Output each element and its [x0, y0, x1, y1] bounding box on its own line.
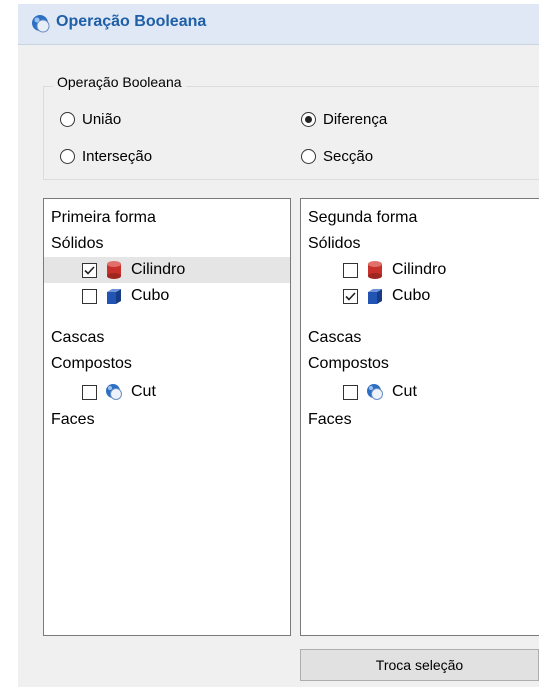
boolean-cut-icon	[367, 384, 383, 400]
window-title: Operação Booleana	[56, 13, 207, 30]
second-list-header: Segunda forma	[308, 209, 418, 226]
first-shape-list[interactable]: Primeira forma Sólidos Cilindro Cubo Cas…	[43, 198, 291, 636]
second-list-faces-category[interactable]: Faces	[308, 407, 352, 433]
second-list-shells-category[interactable]: Cascas	[308, 325, 361, 351]
radio-union-label: União	[82, 111, 122, 128]
first-list-faces-category[interactable]: Faces	[51, 407, 95, 433]
second-shape-list[interactable]: Segunda forma Sólidos Cilindro Cubo Casc…	[300, 198, 539, 636]
second-cut-label: Cut	[392, 383, 417, 400]
radio-difference[interactable]: Diferença	[301, 111, 387, 128]
first-list-compounds-category[interactable]: Compostos	[51, 351, 132, 377]
operation-group-title: Operação Booleana	[53, 74, 186, 90]
first-list-item-cilindro[interactable]: Cilindro	[44, 257, 290, 283]
checkmark-icon	[345, 291, 356, 301]
first-cubo-label: Cubo	[131, 287, 170, 304]
radio-union-indicator[interactable]	[60, 112, 75, 127]
first-cubo-checkbox[interactable]	[82, 288, 97, 304]
second-list-item-cut[interactable]: Cut	[343, 379, 417, 405]
second-list-solids-category[interactable]: Sólidos	[308, 231, 360, 257]
radio-difference-indicator[interactable]	[301, 112, 316, 127]
checkmark-icon	[84, 265, 95, 275]
first-list-solids-category[interactable]: Sólidos	[51, 231, 103, 257]
first-list-item-cut[interactable]: Cut	[82, 379, 156, 405]
first-list-header: Primeira forma	[51, 209, 156, 226]
radio-intersection-indicator[interactable]	[60, 149, 75, 164]
radio-section-indicator[interactable]	[301, 149, 316, 164]
swap-selection-button[interactable]: Troca seleção	[300, 649, 539, 681]
second-cubo-checkbox[interactable]	[343, 288, 358, 304]
first-cut-checkbox[interactable]	[82, 384, 97, 400]
cube-icon	[107, 289, 121, 304]
first-cilindro-label: Cilindro	[131, 261, 186, 278]
second-list-compounds-category[interactable]: Compostos	[308, 351, 389, 377]
first-list-shells-category[interactable]: Cascas	[51, 325, 104, 351]
operation-groupbox	[43, 86, 539, 180]
radio-section[interactable]: Secção	[301, 148, 373, 165]
second-list-item-cubo[interactable]: Cubo	[343, 283, 430, 309]
cylinder-icon	[107, 261, 121, 279]
second-cilindro-label: Cilindro	[392, 261, 447, 278]
second-cut-checkbox[interactable]	[343, 384, 358, 400]
boolean-operation-icon	[32, 15, 50, 33]
radio-intersection[interactable]: Interseção	[60, 148, 152, 165]
first-cilindro-checkbox[interactable]	[82, 262, 97, 278]
radio-section-label: Secção	[323, 148, 374, 165]
cube-icon	[368, 289, 382, 304]
second-cilindro-checkbox[interactable]	[343, 262, 358, 278]
first-cut-label: Cut	[131, 383, 156, 400]
first-list-item-cubo[interactable]: Cubo	[82, 283, 169, 309]
radio-difference-label: Diferença	[323, 111, 388, 128]
cylinder-icon	[368, 261, 382, 279]
radio-intersection-label: Interseção	[82, 148, 153, 165]
second-cubo-label: Cubo	[392, 287, 431, 304]
second-list-item-cilindro[interactable]: Cilindro	[343, 257, 446, 283]
radio-union[interactable]: União	[60, 111, 121, 128]
boolean-cut-icon	[106, 384, 122, 400]
